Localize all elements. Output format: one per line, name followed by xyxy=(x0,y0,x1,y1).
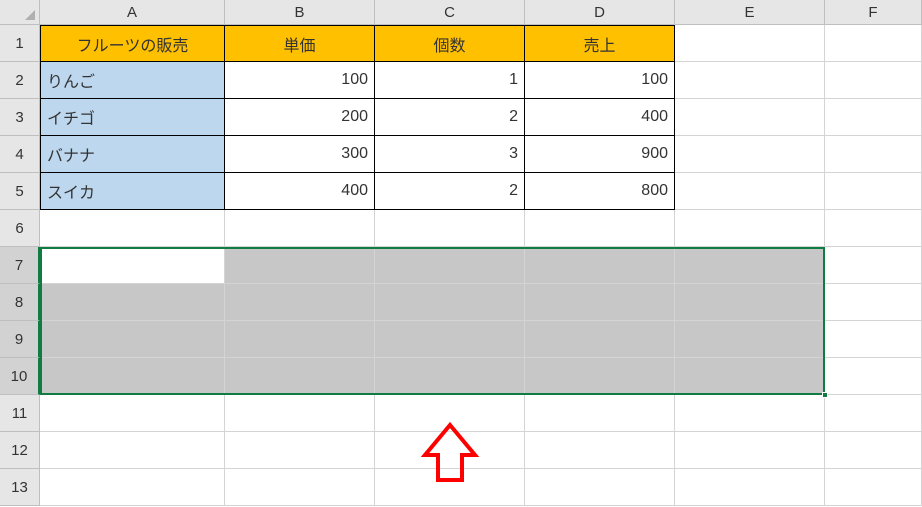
cell-F8[interactable] xyxy=(825,284,922,321)
row-header-1[interactable]: 1 xyxy=(0,25,40,62)
row-header-9[interactable]: 9 xyxy=(0,321,40,358)
cell-F9[interactable] xyxy=(825,321,922,358)
cell-A4[interactable]: バナナ xyxy=(40,136,225,173)
cell-F10[interactable] xyxy=(825,358,922,395)
row-header-5[interactable]: 5 xyxy=(0,173,40,210)
cell-B4[interactable]: 300 xyxy=(225,136,375,173)
col-header-D[interactable]: D xyxy=(525,0,675,25)
cell-D1[interactable]: 売上 xyxy=(525,25,675,62)
cell-D11[interactable] xyxy=(525,395,675,432)
row-header-11[interactable]: 11 xyxy=(0,395,40,432)
cell-A5[interactable]: スイカ xyxy=(40,173,225,210)
cell-C1[interactable]: 個数 xyxy=(375,25,525,62)
cell-B9[interactable] xyxy=(225,321,375,358)
cell-D10[interactable] xyxy=(525,358,675,395)
cell-F4[interactable] xyxy=(825,136,922,173)
cell-A1[interactable]: フルーツの販売 xyxy=(40,25,225,62)
cell-F11[interactable] xyxy=(825,395,922,432)
cell-A8[interactable] xyxy=(40,284,225,321)
cell-B6[interactable] xyxy=(225,210,375,247)
cell-E2[interactable] xyxy=(675,62,825,99)
cell-E5[interactable] xyxy=(675,173,825,210)
col-header-A[interactable]: A xyxy=(40,0,225,25)
cell-F1[interactable] xyxy=(825,25,922,62)
cell-F2[interactable] xyxy=(825,62,922,99)
row-header-13[interactable]: 13 xyxy=(0,469,40,506)
cell-C3[interactable]: 2 xyxy=(375,99,525,136)
cell-D5[interactable]: 800 xyxy=(525,173,675,210)
cell-D3[interactable]: 400 xyxy=(525,99,675,136)
row-header-6[interactable]: 6 xyxy=(0,210,40,247)
row-header-10[interactable]: 10 xyxy=(0,358,40,395)
cell-D7[interactable] xyxy=(525,247,675,284)
cell-F5[interactable] xyxy=(825,173,922,210)
cell-B5[interactable]: 400 xyxy=(225,173,375,210)
cell-F12[interactable] xyxy=(825,432,922,469)
cell-B1[interactable]: 単価 xyxy=(225,25,375,62)
cell-B3[interactable]: 200 xyxy=(225,99,375,136)
cell-F6[interactable] xyxy=(825,210,922,247)
cell-A9[interactable] xyxy=(40,321,225,358)
cell-B2[interactable]: 100 xyxy=(225,62,375,99)
cell-E9[interactable] xyxy=(675,321,825,358)
cell-E10[interactable] xyxy=(675,358,825,395)
row-header-8[interactable]: 8 xyxy=(0,284,40,321)
row-header-7[interactable]: 7 xyxy=(0,247,40,284)
cell-E3[interactable] xyxy=(675,99,825,136)
cell-E1[interactable] xyxy=(675,25,825,62)
cell-D9[interactable] xyxy=(525,321,675,358)
annotation-up-arrow-icon xyxy=(420,420,480,490)
cell-A6[interactable] xyxy=(40,210,225,247)
col-header-F[interactable]: F xyxy=(825,0,922,25)
cell-B7[interactable] xyxy=(225,247,375,284)
cell-B8[interactable] xyxy=(225,284,375,321)
cell-A13[interactable] xyxy=(40,469,225,506)
cell-E4[interactable] xyxy=(675,136,825,173)
cell-D6[interactable] xyxy=(525,210,675,247)
cell-D12[interactable] xyxy=(525,432,675,469)
fill-handle[interactable] xyxy=(822,392,828,398)
cell-E11[interactable] xyxy=(675,395,825,432)
row-header-12[interactable]: 12 xyxy=(0,432,40,469)
row-header-4[interactable]: 4 xyxy=(0,136,40,173)
cell-C9[interactable] xyxy=(375,321,525,358)
row-header-3[interactable]: 3 xyxy=(0,99,40,136)
cell-F7[interactable] xyxy=(825,247,922,284)
cell-A2[interactable]: りんご xyxy=(40,62,225,99)
cell-C2[interactable]: 1 xyxy=(375,62,525,99)
cell-C5[interactable]: 2 xyxy=(375,173,525,210)
cell-C4[interactable]: 3 xyxy=(375,136,525,173)
cell-B11[interactable] xyxy=(225,395,375,432)
cell-A3[interactable]: イチゴ xyxy=(40,99,225,136)
cell-A10[interactable] xyxy=(40,358,225,395)
cell-E8[interactable] xyxy=(675,284,825,321)
cell-D2[interactable]: 100 xyxy=(525,62,675,99)
cell-F3[interactable] xyxy=(825,99,922,136)
col-header-B[interactable]: B xyxy=(225,0,375,25)
select-all-corner[interactable] xyxy=(0,0,40,25)
cell-C8[interactable] xyxy=(375,284,525,321)
cell-C10[interactable] xyxy=(375,358,525,395)
cell-C6[interactable] xyxy=(375,210,525,247)
cell-E13[interactable] xyxy=(675,469,825,506)
col-header-C[interactable]: C xyxy=(375,0,525,25)
cell-B10[interactable] xyxy=(225,358,375,395)
cell-A11[interactable] xyxy=(40,395,225,432)
cell-A7[interactable] xyxy=(40,247,225,284)
row-header-2[interactable]: 2 xyxy=(0,62,40,99)
cell-E12[interactable] xyxy=(675,432,825,469)
cell-E6[interactable] xyxy=(675,210,825,247)
cell-D13[interactable] xyxy=(525,469,675,506)
cell-F13[interactable] xyxy=(825,469,922,506)
cell-E7[interactable] xyxy=(675,247,825,284)
cell-B13[interactable] xyxy=(225,469,375,506)
cell-D4[interactable]: 900 xyxy=(525,136,675,173)
col-header-E[interactable]: E xyxy=(675,0,825,25)
cell-A12[interactable] xyxy=(40,432,225,469)
cell-C7[interactable] xyxy=(375,247,525,284)
cell-D8[interactable] xyxy=(525,284,675,321)
cell-B12[interactable] xyxy=(225,432,375,469)
